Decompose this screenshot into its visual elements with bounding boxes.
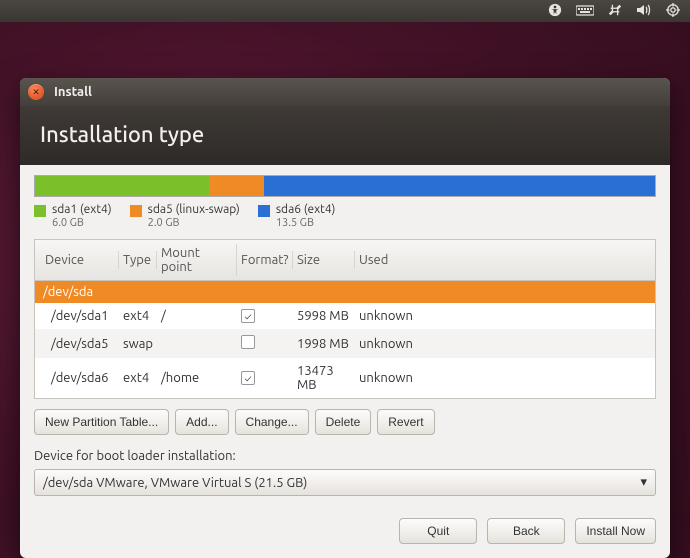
legend-item-sda1: sda1 (ext4) 6.0 GB <box>34 203 112 231</box>
legend-swatch <box>258 205 270 217</box>
cell-type: ext4 <box>119 369 157 387</box>
cell-format[interactable] <box>237 333 293 354</box>
chevron-down-icon: ▾ <box>640 475 647 490</box>
cell-mount <box>157 342 237 346</box>
cell-device: /dev/sda1 <box>41 307 119 325</box>
top-panel <box>0 0 690 22</box>
cell-used: unknown <box>355 307 649 325</box>
table-row-disk[interactable]: /dev/sda <box>35 281 655 303</box>
revert-button[interactable]: Revert <box>377 409 434 435</box>
network-icon[interactable] <box>608 3 622 20</box>
legend-item-sda6: sda6 (ext4) 13.5 GB <box>258 203 336 231</box>
accessibility-icon[interactable] <box>548 3 562 20</box>
cell-device: /dev/sda6 <box>41 369 119 387</box>
install-window: ✕ Install Installation type sda1 (ext4) … <box>20 78 670 558</box>
legend-size: 13.5 GB <box>276 217 336 230</box>
quit-button[interactable]: Quit <box>399 518 477 544</box>
close-button[interactable]: ✕ <box>28 84 44 100</box>
cell-type: ext4 <box>119 307 157 325</box>
cell-size: 1998 MB <box>293 335 355 353</box>
legend-swatch <box>130 205 142 217</box>
footer-buttons: Quit Back Install Now <box>20 510 670 558</box>
table-row[interactable]: /dev/sda6 ext4 /home ✓ 13473 MB unknown <box>35 358 655 398</box>
partition-bar-seg-sda6[interactable] <box>264 176 655 196</box>
header-band: Installation type <box>20 106 670 165</box>
back-button[interactable]: Back <box>487 518 565 544</box>
cell-size: 13473 MB <box>293 362 355 394</box>
legend-label: sda5 (linux-swap) <box>148 203 240 217</box>
change-button[interactable]: Change... <box>235 409 309 435</box>
add-button[interactable]: Add... <box>175 409 228 435</box>
content: sda1 (ext4) 6.0 GB sda5 (linux-swap) 2.0… <box>20 165 670 510</box>
cell-used: unknown <box>355 335 649 353</box>
legend-label: sda1 (ext4) <box>52 203 112 217</box>
checkbox-icon: ✓ <box>241 371 255 385</box>
checkbox-icon: ✓ <box>241 309 255 323</box>
cell-used: unknown <box>355 369 649 387</box>
cell-mount: / <box>157 307 237 325</box>
table-row[interactable]: /dev/sda5 swap 1998 MB unknown <box>35 329 655 358</box>
delete-button[interactable]: Delete <box>315 409 372 435</box>
partition-buttons: New Partition Table... Add... Change... … <box>34 409 656 435</box>
cell-device: /dev/sda5 <box>41 335 119 353</box>
cell-format[interactable]: ✓ <box>237 369 293 388</box>
col-type[interactable]: Type <box>119 251 157 269</box>
bootloader-label: Device for boot loader installation: <box>34 449 656 463</box>
col-device[interactable]: Device <box>41 251 119 269</box>
col-size[interactable]: Size <box>293 251 355 269</box>
partition-bar-seg-sda1[interactable] <box>35 176 209 196</box>
partition-bar-seg-sda5[interactable] <box>209 176 265 196</box>
cell-size: 5998 MB <box>293 307 355 325</box>
col-format[interactable]: Format? <box>237 251 293 269</box>
bootloader-combo[interactable]: /dev/sda VMware, VMware Virtual S (21.5 … <box>34 469 656 496</box>
cell-mount: /home <box>157 369 237 387</box>
legend-label: sda6 (ext4) <box>276 203 336 217</box>
partition-legend: sda1 (ext4) 6.0 GB sda5 (linux-swap) 2.0… <box>34 203 656 231</box>
page-title: Installation type <box>40 122 650 147</box>
partition-table: Device Type Mount point Format? Size Use… <box>34 239 656 400</box>
install-now-button[interactable]: Install Now <box>575 518 656 544</box>
titlebar: ✕ Install <box>20 78 670 106</box>
legend-swatch <box>34 205 46 217</box>
legend-size: 6.0 GB <box>52 217 112 230</box>
new-partition-table-button[interactable]: New Partition Table... <box>34 409 169 435</box>
legend-item-sda5: sda5 (linux-swap) 2.0 GB <box>130 203 240 231</box>
table-header: Device Type Mount point Format? Size Use… <box>35 240 655 281</box>
keyboard-icon[interactable] <box>576 4 594 19</box>
table-row[interactable]: /dev/sda1 ext4 / ✓ 5998 MB unknown <box>35 303 655 330</box>
checkbox-icon <box>241 335 255 349</box>
partition-bar[interactable] <box>34 175 656 197</box>
power-icon[interactable] <box>666 3 680 20</box>
sound-icon[interactable] <box>636 3 652 20</box>
legend-size: 2.0 GB <box>148 217 240 230</box>
cell-type: swap <box>119 335 157 353</box>
window-title: Install <box>54 85 92 99</box>
col-used[interactable]: Used <box>355 251 649 269</box>
cell-format[interactable]: ✓ <box>237 307 293 326</box>
col-mount[interactable]: Mount point <box>157 244 237 276</box>
bootloader-value: /dev/sda VMware, VMware Virtual S (21.5 … <box>43 476 307 490</box>
